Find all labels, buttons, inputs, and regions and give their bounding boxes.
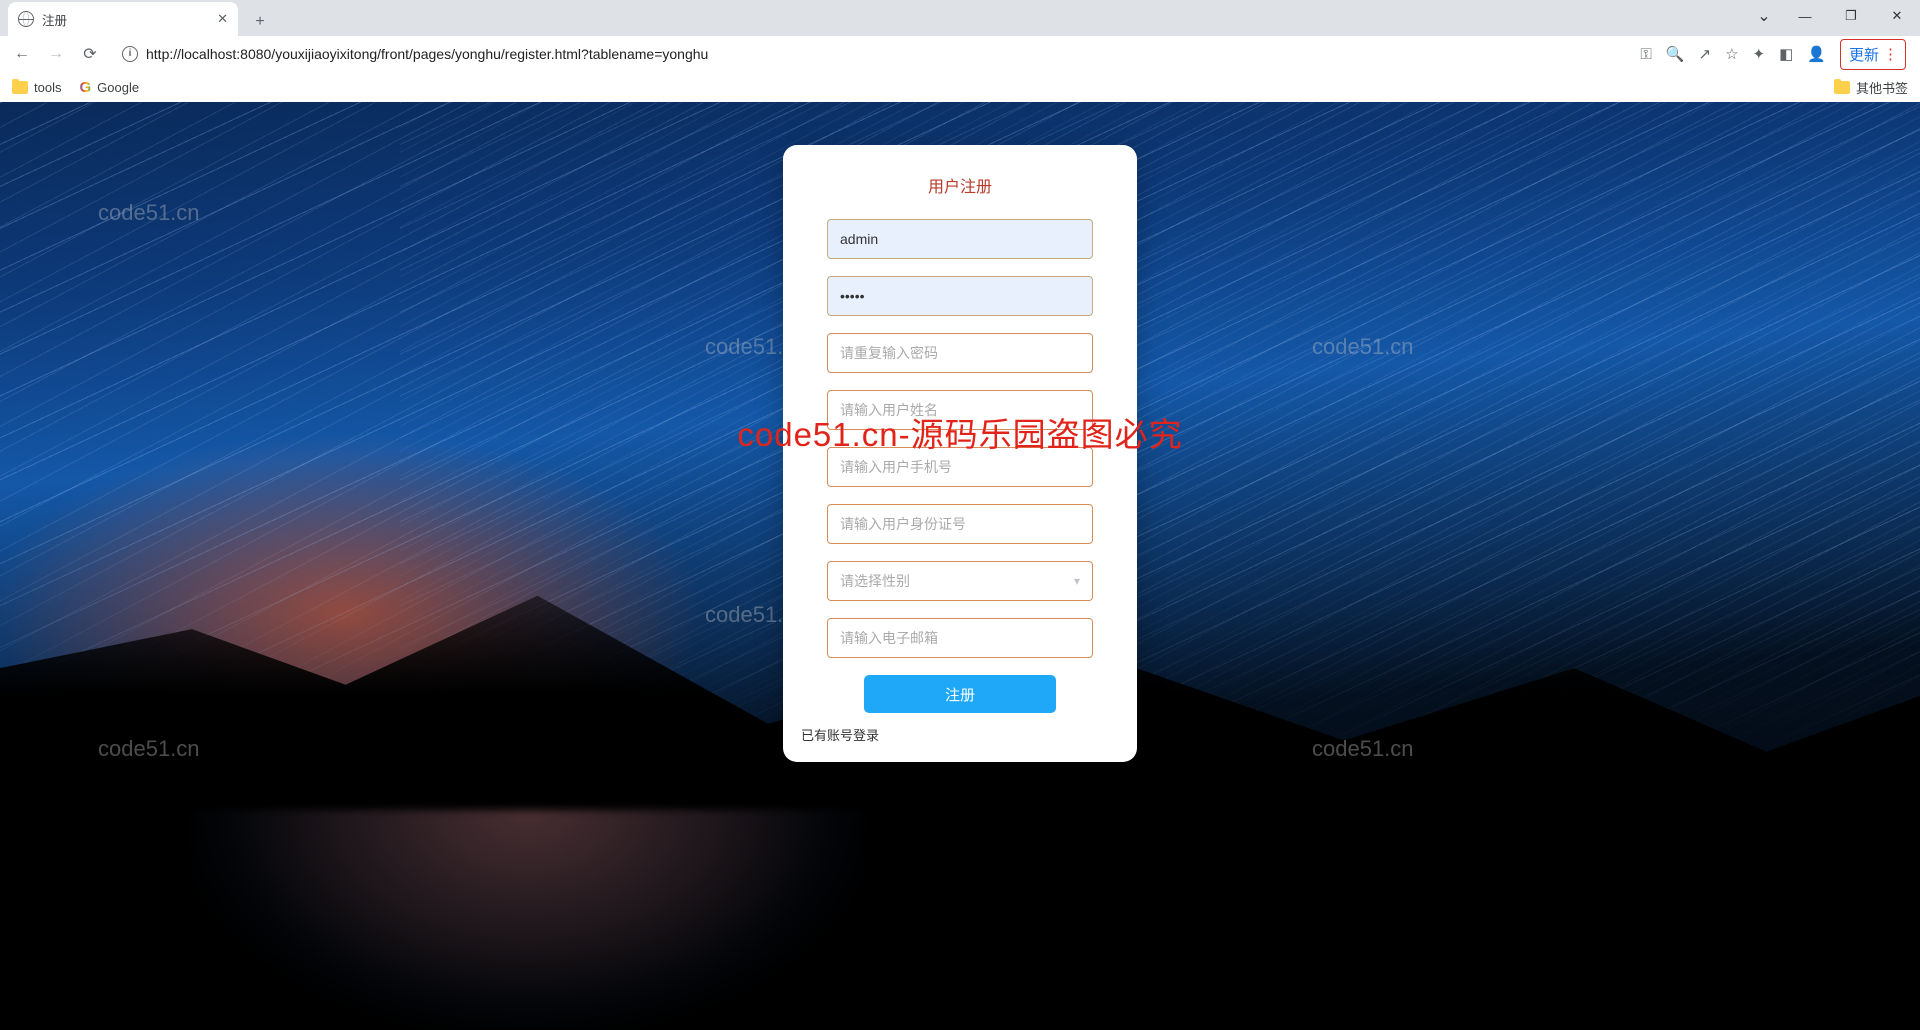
minimize-button[interactable]: ― xyxy=(1782,0,1828,32)
address-bar[interactable]: i http://localhost:8080/youxijiaoyixiton… xyxy=(110,39,1628,69)
email-input[interactable] xyxy=(840,630,1080,646)
maximize-button[interactable]: ❐ xyxy=(1828,0,1874,32)
window-controls: ⌄ ― ❐ ✕ xyxy=(1746,0,1920,32)
phone-input[interactable] xyxy=(840,459,1080,475)
forward-button[interactable]: → xyxy=(42,40,70,68)
register-card: 用户注册 请选择性别 ▾ 注册 已有账号登录 xyxy=(783,145,1137,762)
bookmark-google[interactable]: G Google xyxy=(79,79,139,96)
extensions-icon[interactable]: ✦ xyxy=(1753,45,1766,63)
update-button[interactable]: 更新 ⋮ xyxy=(1840,39,1906,70)
realname-input[interactable] xyxy=(840,402,1080,418)
reload-button[interactable]: ⟳ xyxy=(76,40,104,68)
profile-icon[interactable]: 👤 xyxy=(1807,45,1826,63)
globe-icon xyxy=(18,11,34,27)
login-link[interactable]: 已有账号登录 xyxy=(801,725,1093,744)
password-key-icon[interactable]: ⚿ xyxy=(1640,46,1651,63)
bookmark-tools[interactable]: tools xyxy=(12,80,61,95)
confirm-password-input[interactable] xyxy=(840,345,1080,361)
phone-field[interactable] xyxy=(827,447,1093,487)
share-icon[interactable]: ↗ xyxy=(1699,45,1712,63)
confirm-password-field[interactable] xyxy=(827,333,1093,373)
register-button[interactable]: 注册 xyxy=(864,675,1056,713)
other-bookmarks[interactable]: 其他书签 xyxy=(1834,78,1908,97)
gender-placeholder: 请选择性别 xyxy=(840,571,1074,591)
tab-title: 注册 xyxy=(42,10,209,29)
new-tab-button[interactable]: + xyxy=(246,8,274,36)
folder-icon xyxy=(1834,81,1850,94)
back-button[interactable]: ← xyxy=(8,40,36,68)
zoom-icon[interactable]: 🔍 xyxy=(1666,45,1685,63)
tab-bar: 注册 ✕ + ⌄ ― ❐ ✕ xyxy=(0,0,1920,36)
address-bar-row: ← → ⟳ i http://localhost:8080/youxijiaoy… xyxy=(0,36,1920,72)
card-title: 用户注册 xyxy=(827,173,1093,197)
password-input[interactable] xyxy=(840,288,1080,304)
username-input[interactable] xyxy=(840,231,1080,247)
realname-field[interactable] xyxy=(827,390,1093,430)
google-icon: G xyxy=(79,79,91,96)
bookmark-bar: tools G Google 其他书签 xyxy=(0,72,1920,102)
username-field[interactable] xyxy=(827,219,1093,259)
email-field[interactable] xyxy=(827,618,1093,658)
toolbar-icons: ⚿ 🔍 ↗ ☆ ✦ ◧ 👤 更新 ⋮ xyxy=(1634,39,1912,70)
idcard-field[interactable] xyxy=(827,504,1093,544)
close-window-button[interactable]: ✕ xyxy=(1874,0,1920,32)
page-viewport: code51.cn code51.cn code51.cn code51.cn … xyxy=(0,102,1920,1030)
password-field[interactable] xyxy=(827,276,1093,316)
idcard-input[interactable] xyxy=(840,516,1080,532)
sidepanel-icon[interactable]: ◧ xyxy=(1779,45,1793,63)
tab-overflow-icon[interactable]: ⌄ xyxy=(1746,0,1782,32)
browser-chrome: 注册 ✕ + ⌄ ― ❐ ✕ ← → ⟳ i http://localhost:… xyxy=(0,0,1920,102)
gender-select[interactable]: 请选择性别 ▾ xyxy=(827,561,1093,601)
background-reflection xyxy=(192,810,864,1030)
close-tab-icon[interactable]: ✕ xyxy=(217,11,228,27)
chevron-down-icon: ▾ xyxy=(1074,574,1080,588)
bookmark-star-icon[interactable]: ☆ xyxy=(1725,45,1738,63)
folder-icon xyxy=(12,81,28,94)
url-text: http://localhost:8080/youxijiaoyixitong/… xyxy=(146,46,1616,62)
browser-tab[interactable]: 注册 ✕ xyxy=(8,2,238,36)
menu-dots-icon: ⋮ xyxy=(1883,45,1897,63)
site-info-icon[interactable]: i xyxy=(122,46,138,62)
